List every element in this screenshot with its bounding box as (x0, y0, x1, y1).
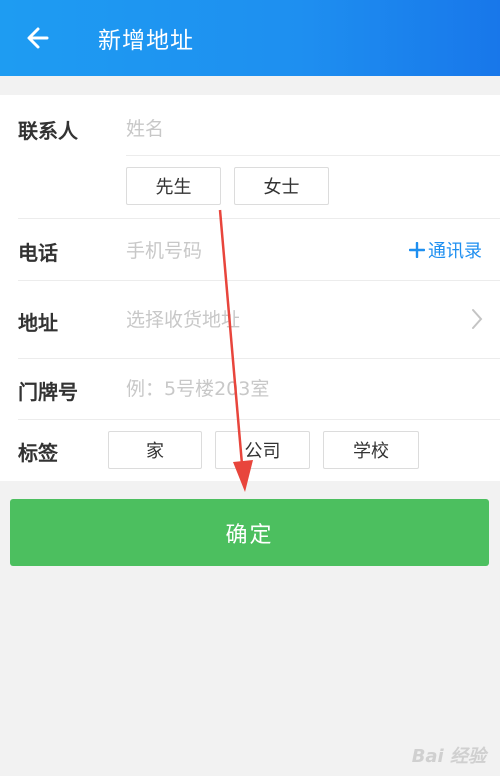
address-input[interactable] (126, 306, 376, 334)
confirm-button[interactable]: 确定 (10, 499, 489, 566)
contacts-link[interactable]: 通讯录 (409, 237, 482, 263)
chevron-right-icon[interactable] (470, 307, 484, 331)
contacts-link-label: 通讯录 (428, 241, 482, 262)
address-label: 地址 (18, 311, 58, 335)
arrow-left-icon (27, 27, 49, 49)
name-input[interactable] (126, 115, 376, 143)
app-bar: 新增地址 (0, 0, 500, 76)
tags-label: 标签 (18, 441, 58, 465)
plus-icon (409, 242, 425, 258)
page-title: 新增地址 (98, 28, 194, 54)
address-row[interactable]: 地址 (0, 281, 500, 358)
doorplate-label: 门牌号 (18, 380, 78, 404)
tag-school-button[interactable]: 学校 (323, 431, 419, 469)
doorplate-row: 门牌号 (0, 359, 500, 419)
tags-row: 标签 家 公司 学校 (0, 420, 500, 481)
phone-row: 电话 通讯录 (0, 219, 500, 281)
contact-label: 联系人 (18, 119, 78, 143)
doorplate-input[interactable] (126, 375, 376, 403)
phone-label: 电话 (18, 241, 58, 265)
tag-home-button[interactable]: 家 (108, 431, 202, 469)
contact-row: 联系人 先生 女士 (0, 95, 500, 219)
tag-company-button[interactable]: 公司 (215, 431, 310, 469)
watermark: Bai 经验 (411, 746, 486, 767)
address-form: 联系人 先生 女士 电话 通讯录 地址 门牌号 标签 家 公司 (0, 95, 500, 481)
phone-input[interactable] (126, 237, 356, 265)
salutation-mr-button[interactable]: 先生 (126, 167, 221, 205)
divider (126, 155, 500, 156)
back-button[interactable] (0, 0, 76, 76)
salutation-ms-button[interactable]: 女士 (234, 167, 329, 205)
